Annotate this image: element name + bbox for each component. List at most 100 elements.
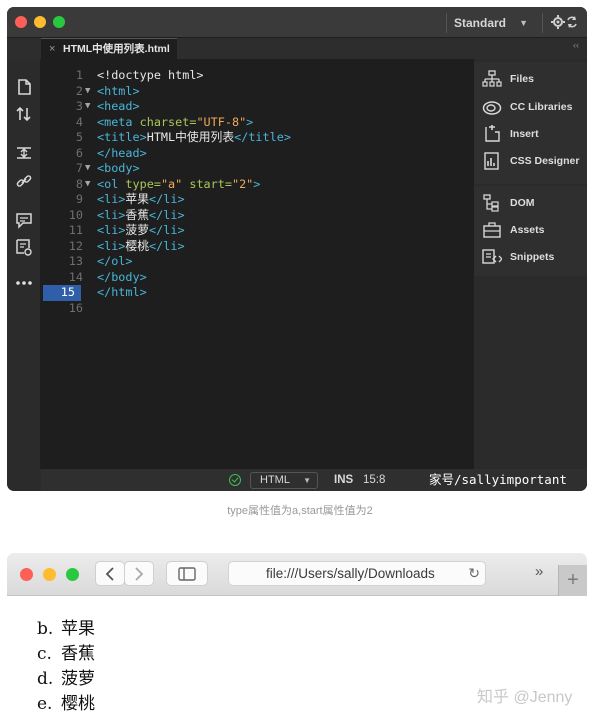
panel-files[interactable]: Files — [482, 70, 586, 88]
code-line[interactable]: 13 </ol> — [41, 254, 473, 270]
panel-label: Assets — [510, 224, 545, 236]
code-line[interactable]: 5 <title>HTML中使用列表</title> — [41, 130, 473, 146]
css-designer-icon — [484, 152, 499, 170]
line-number: 9 — [75, 192, 83, 206]
code-token: "2" — [231, 176, 254, 191]
more-icon[interactable] — [14, 273, 34, 293]
code-token: </li> — [149, 238, 185, 253]
code-token: HTML中使用列表 — [146, 130, 235, 144]
editor-toolbar — [7, 59, 41, 469]
code-token: charset= — [139, 114, 197, 129]
document-tabbar: × HTML中使用列表.html ‹‹ — [7, 38, 587, 59]
code-token: <!doctype html> — [97, 68, 204, 82]
list-item: b. 苹果 — [37, 617, 95, 642]
browser-window: file:///Users/sally/Downloads ↻ » + b. 苹果… — [7, 553, 587, 722]
code-token: </li> — [149, 207, 185, 222]
code-line[interactable]: 2 ▼ <html> — [41, 84, 473, 100]
code-token: </head> — [97, 145, 147, 160]
zoom-window-button[interactable] — [66, 568, 79, 581]
code-line[interactable]: 12 <li>樱桃</li> — [41, 239, 473, 255]
code-token: > — [246, 114, 254, 129]
fold-toggle-icon[interactable]: ▼ — [85, 177, 90, 193]
code-editor[interactable]: 1 <!doctype html> 2 ▼ <html> 3 ▼ <head> 4 <meta c… — [41, 59, 473, 469]
code-token: <li> — [97, 238, 126, 253]
code-token: </ol> — [97, 254, 133, 268]
watermark: 知乎 @Jenny — [477, 689, 573, 706]
panel-group: DOM Assets Snippets — [474, 186, 587, 276]
panel-dom[interactable]: DOM — [482, 194, 586, 212]
new-tab-button[interactable]: + — [558, 565, 587, 596]
code-line[interactable]: 7 ▼ <body> — [41, 161, 473, 177]
panel-assets[interactable]: Assets — [482, 221, 586, 239]
expand-icon[interactable] — [14, 143, 34, 163]
line-number: 2 — [75, 83, 83, 98]
code-token: 樱桃 — [125, 238, 150, 253]
close-tab-icon[interactable]: × — [49, 39, 55, 59]
code-line[interactable]: 1 <!doctype html> — [41, 68, 473, 84]
sort-icon[interactable] — [14, 104, 34, 124]
collapse-panels-icon[interactable]: ‹‹ — [573, 40, 579, 50]
code-line[interactable]: 6 </head> — [41, 146, 473, 162]
sync-settings-icon[interactable] — [551, 13, 579, 31]
sidebar-toggle-button[interactable] — [166, 561, 208, 586]
panel-cc-libraries[interactable]: CC Libraries — [482, 98, 586, 116]
overflow-menu-button[interactable]: » — [535, 563, 543, 580]
code-token: </body> — [97, 269, 147, 284]
line-number: 11 — [68, 223, 83, 237]
code-token: type= — [125, 176, 161, 191]
insert-mode-indicator[interactable]: INS — [334, 469, 353, 491]
line-number: 5 — [75, 130, 83, 144]
zoom-window-button[interactable] — [53, 16, 65, 28]
file-icon[interactable] — [14, 77, 34, 97]
line-number: 3 — [75, 99, 83, 113]
chevron-right-icon — [135, 567, 144, 581]
comment-icon[interactable] — [14, 210, 34, 230]
minimize-window-button[interactable] — [43, 568, 56, 581]
editor-window: Standard ▼ × HTML中使用列表.html ‹‹ 1 <!docty… — [7, 7, 587, 491]
fold-toggle-icon[interactable]: ▼ — [85, 84, 90, 100]
code-text: <li>苹果</li> — [97, 192, 185, 208]
line-number: 8 — [75, 176, 83, 191]
list-item: c. 香蕉 — [37, 642, 95, 667]
code-line[interactable]: 11 <li>菠萝</li> — [41, 223, 473, 239]
code-line[interactable]: 14 </body> — [41, 270, 473, 286]
minimize-window-button[interactable] — [34, 16, 46, 28]
fold-toggle-icon[interactable]: ▼ — [85, 99, 90, 115]
code-line[interactable]: 10 <li>香蕉</li> — [41, 208, 473, 224]
code-line[interactable]: 8 ▼ <ol type="a" start="2"> — [41, 177, 473, 193]
document-type-select[interactable]: HTML ▼ — [250, 472, 318, 489]
code-token: <li> — [97, 192, 126, 206]
cursor-position[interactable]: 15:8 — [363, 469, 385, 491]
code-line[interactable]: 3 ▼ <head> — [41, 99, 473, 115]
code-line[interactable]: 15 </html> — [41, 285, 473, 301]
code-line[interactable]: 9 <li>苹果</li> — [41, 192, 473, 208]
chevron-left-icon — [105, 567, 114, 581]
panel-snippets[interactable]: Snippets — [482, 248, 586, 266]
link-icon[interactable] — [14, 171, 34, 191]
code-line[interactable]: 16 — [41, 301, 473, 317]
line-number: 16 — [68, 300, 83, 315]
address-bar[interactable]: file:///Users/sally/Downloads ↻ — [228, 561, 486, 586]
close-window-button[interactable] — [15, 16, 27, 28]
close-window-button[interactable] — [20, 568, 33, 581]
fold-toggle-icon[interactable]: ▼ — [85, 161, 90, 177]
code-text: <ol type="a" start="2"> — [97, 177, 260, 193]
panel-insert[interactable]: Insert — [482, 125, 586, 143]
list-marker: c. — [37, 644, 52, 664]
back-button[interactable] — [95, 561, 125, 586]
code-text: <title>HTML中使用列表</title> — [97, 130, 291, 146]
chevron-down-icon: ▼ — [519, 18, 528, 28]
code-line[interactable]: 4 <meta charset="UTF-8"> — [41, 115, 473, 131]
code-token: <li> — [97, 223, 126, 237]
code-token: start= — [182, 176, 232, 191]
forward-button[interactable] — [124, 561, 154, 586]
sitemap-icon — [482, 70, 502, 87]
document-type-value: HTML — [260, 474, 290, 486]
panel-css-designer[interactable]: CSS Designer — [482, 152, 586, 170]
figure-caption: type属性值为a,start属性值为2 — [227, 505, 373, 517]
document-tab[interactable]: × HTML中使用列表.html — [41, 38, 177, 59]
code-token: <html> — [97, 83, 140, 98]
format-source-icon[interactable] — [14, 237, 34, 257]
reload-icon[interactable]: ↻ — [468, 562, 480, 585]
workspace-switcher[interactable]: Standard ▼ — [454, 14, 532, 32]
